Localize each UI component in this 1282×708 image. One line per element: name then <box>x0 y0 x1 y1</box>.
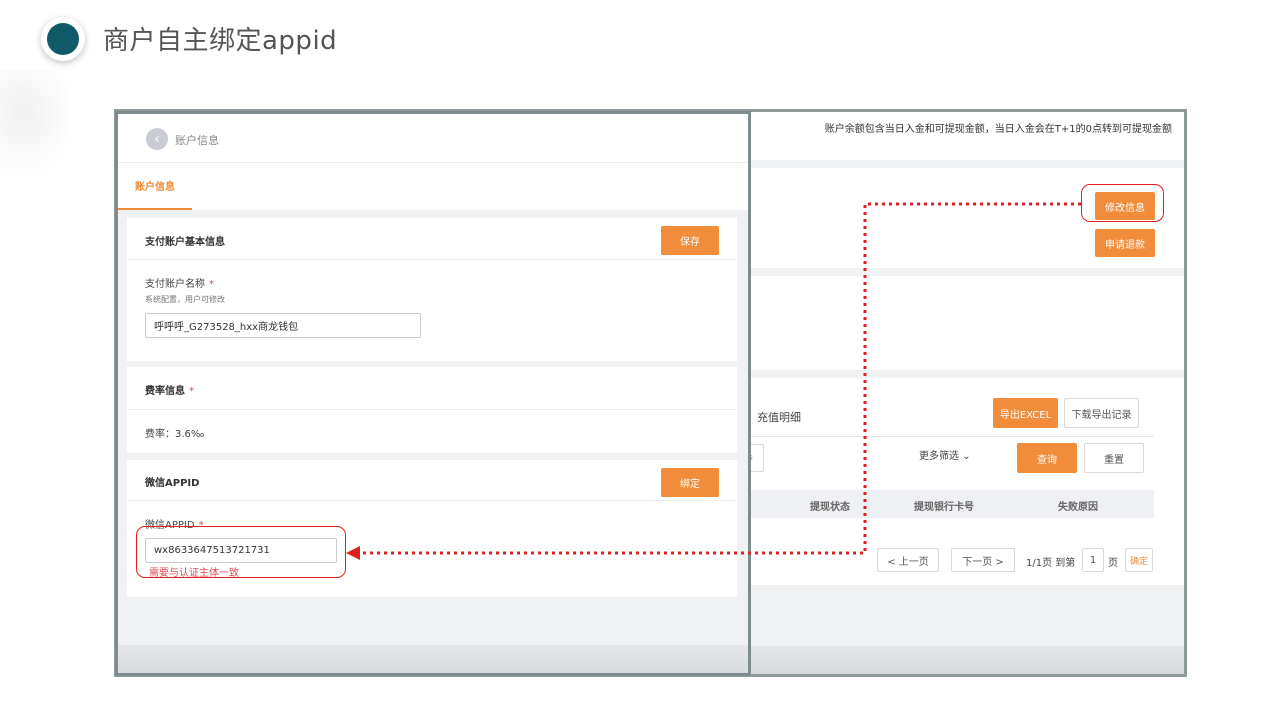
highlight-box-appid <box>136 526 346 578</box>
tab-recharge-detail[interactable]: 充值明细 <box>757 409 801 425</box>
required-mark: * <box>189 386 194 397</box>
panel-header-title: 账户信息 <box>175 134 219 147</box>
account-name-hint: 系统配置，用户可修改 <box>145 295 225 304</box>
apply-refund-button[interactable]: 申请退款 <box>1095 229 1155 257</box>
rate-info-header: 费率信息 * <box>127 367 737 410</box>
basic-info-title: 支付账户基本信息 <box>145 237 225 248</box>
page-info: 1/1页 到第 <box>1026 558 1076 569</box>
save-button[interactable]: 保存 <box>661 226 719 255</box>
table-header-row: 提现状态 提现银行卡号 失败原因 <box>742 490 1154 518</box>
basic-info-section: 支付账户基本信息 保存 支付账户名称 * 系统配置，用户可修改 呼呼呼_G2735… <box>127 218 737 361</box>
rate-info-title: 费率信息 * <box>145 382 194 397</box>
rate-value: 费率：3.6‰ <box>145 429 205 440</box>
panel-header: ‹ 账户信息 <box>118 114 748 163</box>
reset-button[interactable]: 重置 <box>1084 443 1144 473</box>
page-unit: 页 <box>1108 558 1118 569</box>
slide-title: 商户自主绑定appid <box>103 26 338 56</box>
account-name-input[interactable]: 呼呼呼_G273528_hxx商龙钱包 <box>145 313 421 338</box>
next-page-button[interactable]: 下一页 > <box>951 548 1015 572</box>
wechat-appid-title: 微信APPID <box>145 478 200 489</box>
account-name-label: 支付账户名称 * <box>145 275 214 290</box>
column-header-withdraw-status: 提现状态 <box>810 502 850 513</box>
balance-notice: 账户余额包含当日入金和可提现金额，当日入金会在T+1的0点转到可提现金额 <box>824 124 1172 135</box>
download-export-record-button[interactable]: 下载导出记录 <box>1064 398 1139 428</box>
rate-info-title-text: 费率信息 <box>145 386 185 397</box>
column-header-bank-card: 提现银行卡号 <box>914 502 974 513</box>
required-mark: * <box>209 279 214 290</box>
bind-button[interactable]: 绑定 <box>661 468 719 497</box>
more-filter-dropdown[interactable]: 更多筛选 ⌄ <box>919 447 971 462</box>
export-excel-button[interactable]: 导出EXCEL <box>993 398 1058 428</box>
basic-info-header: 支付账户基本信息 保存 <box>127 218 737 260</box>
column-header-fail-reason: 失败原因 <box>1058 502 1098 513</box>
back-arrow-icon[interactable]: ‹ <box>146 128 168 150</box>
more-filter-label: 更多筛选 <box>919 451 959 462</box>
tab-account-info[interactable]: 账户信息 <box>118 163 192 210</box>
page-number-input[interactable]: 1 <box>1082 548 1104 572</box>
prev-page-button[interactable]: < 上一页 <box>877 548 939 572</box>
title-bullet-icon <box>41 17 85 61</box>
rate-info-section: 费率信息 * 费率：3.6‰ <box>127 367 737 453</box>
decorative-shadow <box>0 70 75 180</box>
wechat-appid-header: 微信APPID 绑定 <box>127 460 737 501</box>
page-confirm-button[interactable]: 确定 <box>1125 548 1153 572</box>
divider <box>742 436 1154 437</box>
query-button[interactable]: 查询 <box>1017 443 1077 473</box>
panel-tabs: 账户信息 <box>118 163 748 210</box>
chevron-down-icon: ⌄ <box>962 451 971 462</box>
account-info-panel: ‹ 账户信息 账户信息 支付账户基本信息 保存 支付账户名称 * 系统配置，用户可… <box>115 111 751 676</box>
account-name-label-text: 支付账户名称 <box>145 279 205 290</box>
bottom-shade <box>118 645 748 673</box>
highlight-box-modify <box>1081 184 1164 222</box>
